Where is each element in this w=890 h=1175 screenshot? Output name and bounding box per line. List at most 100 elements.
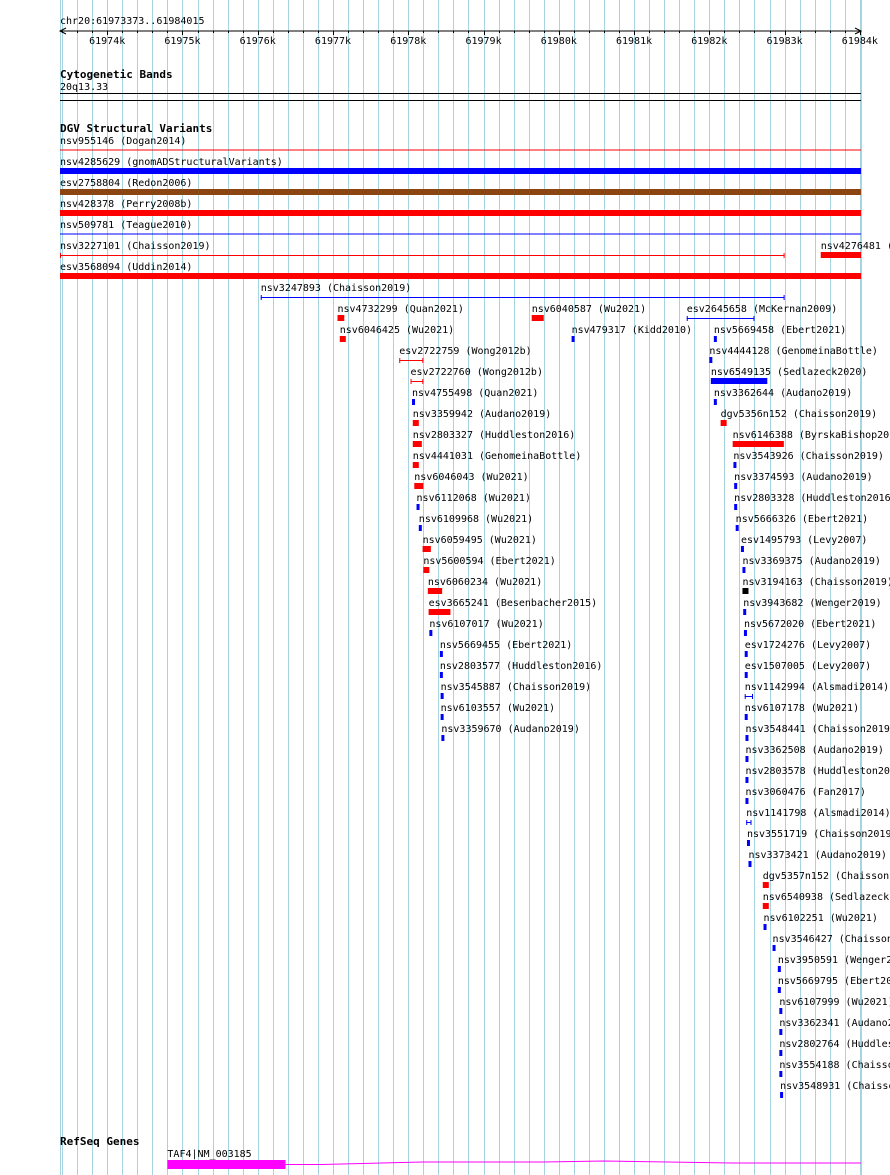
variant-label: nsv6107178 (Wu2021) bbox=[745, 703, 859, 714]
variant-feature[interactable]: nsv428378 (Perry2008b) bbox=[60, 199, 861, 216]
dgv-track-title[interactable]: DGV Structural Variants bbox=[60, 122, 212, 135]
variant-bar bbox=[740, 546, 744, 552]
variant-label: nsv6046043 (Wu2021) bbox=[414, 472, 528, 483]
variant-feature[interactable]: nsv6107999 (Wu2021) bbox=[779, 997, 890, 1014]
variant-feature[interactable]: nsv2803577 (Huddleston2016) bbox=[439, 661, 603, 678]
variant-feature[interactable]: nsv3247893 (Chaisson2019) bbox=[260, 283, 785, 300]
variant-bar bbox=[820, 252, 861, 258]
variant-feature[interactable]: dgv5356n152 (Chaisson2019) bbox=[720, 409, 878, 426]
variant-feature[interactable]: nsv509781 (Teague2010) bbox=[60, 220, 861, 235]
variant-feature[interactable]: nsv6109968 (Wu2021) bbox=[418, 514, 533, 531]
variant-label: nsv3545887 (Chaisson2019) bbox=[441, 682, 592, 693]
variant-feature[interactable]: nsv2803327 (Huddleston2016) bbox=[412, 430, 576, 447]
variant-feature[interactable]: esv2758804 (Redon2006) bbox=[60, 178, 861, 195]
variant-feature[interactable]: nsv3362508 (Audano2019) bbox=[745, 745, 884, 762]
variant-feature[interactable]: nsv3362644 (Audano2019) bbox=[713, 388, 852, 405]
variant-feature[interactable]: nsv3194163 (Chaisson2019) bbox=[742, 577, 890, 594]
variant-feature[interactable]: nsv3227101 (Chaisson2019) bbox=[60, 241, 785, 258]
variant-label: nsv1141798 (Alsmadi2014) bbox=[746, 808, 890, 819]
variant-feature[interactable]: esv1507005 (Levy2007) bbox=[744, 661, 871, 678]
variant-bar bbox=[744, 672, 748, 678]
variant-feature[interactable]: nsv6103557 (Wu2021) bbox=[440, 703, 555, 720]
dgv-track: DGV Structural Variants nsv955146 (Dogan… bbox=[60, 122, 890, 1098]
variant-bar bbox=[416, 504, 420, 510]
variant-feature[interactable]: nsv3060476 (Fan2017) bbox=[745, 787, 866, 804]
variant-feature[interactable]: nsv4285629 (gnomADStructuralVariants) bbox=[60, 157, 861, 174]
variant-bar bbox=[732, 441, 784, 447]
variant-label: esv2722760 (Wong2012b) bbox=[411, 367, 543, 378]
variant-feature[interactable]: nsv5669458 (Ebert2021) bbox=[713, 325, 846, 342]
variant-feature[interactable]: nsv955146 (Dogan2014) bbox=[60, 136, 861, 151]
variant-feature[interactable]: nsv4444128 (GenomeinaBottle) bbox=[709, 346, 878, 363]
ruler-ticks: 61974k 61975k 61976k 61977k 61978k 61979k 6198… bbox=[62, 31, 878, 47]
variant-label: nsv3374593 (Audano2019) bbox=[734, 472, 872, 483]
refseq-track-title[interactable]: RefSeq Genes bbox=[60, 1135, 139, 1148]
variant-bar bbox=[762, 882, 769, 888]
variant-bar bbox=[412, 441, 422, 447]
variant-feature[interactable]: nsv6046425 (Wu2021) bbox=[339, 325, 454, 342]
variant-feature[interactable]: nsv6146388 (ByrskaBishop2022) bbox=[732, 430, 890, 447]
variant-bar bbox=[709, 357, 713, 363]
ruler-tick-label: 61984k bbox=[842, 36, 878, 47]
variant-label: nsv6540938 (Sedlazeck2020 bbox=[763, 892, 890, 903]
variant-feature[interactable]: esv1724276 (Levy2007) bbox=[744, 640, 871, 657]
variant-feature[interactable]: esv2722760 (Wong2012b) bbox=[410, 367, 543, 384]
variant-label: nsv3548931 (Chaisson20 bbox=[780, 1081, 890, 1092]
variant-feature[interactable]: esv2645658 (McKernan2009) bbox=[686, 304, 838, 321]
variant-label: nsv5600594 (Ebert2021) bbox=[423, 556, 555, 567]
variant-feature[interactable]: nsv5672020 (Ebert2021) bbox=[743, 619, 876, 636]
variant-feature[interactable]: nsv3950591 (Wenger2019 bbox=[777, 955, 890, 972]
ruler-tick-label: 61978k bbox=[390, 36, 426, 47]
variant-feature[interactable]: nsv3551719 (Chaisson2019) bbox=[746, 829, 890, 846]
variant-feature[interactable]: nsv4755498 (Quan2021) bbox=[412, 388, 538, 405]
variant-feature[interactable]: nsv3554188 (Chaisson20 bbox=[779, 1060, 890, 1077]
variant-feature[interactable]: nsv5669795 (Ebert2021) bbox=[777, 976, 890, 993]
variant-bar bbox=[763, 924, 767, 930]
variant-feature[interactable]: nsv6112068 (Wu2021) bbox=[416, 493, 531, 510]
variant-label: esv1507005 (Levy2007) bbox=[745, 661, 871, 672]
variant-feature[interactable]: nsv6107017 (Wu2021) bbox=[429, 619, 544, 636]
cytoband-track-title[interactable]: Cytogenetic Bands bbox=[60, 68, 173, 81]
variant-feature[interactable]: nsv5600594 (Ebert2021) bbox=[423, 556, 556, 573]
variant-feature[interactable]: nsv2802764 (Huddlestor bbox=[779, 1039, 890, 1056]
dgv-features: nsv955146 (Dogan2014) nsv4285629 (gnomADS… bbox=[60, 136, 890, 1098]
variant-feature[interactable]: nsv6107178 (Wu2021) bbox=[744, 703, 859, 720]
variant-feature[interactable]: esv1495793 (Levy2007) bbox=[740, 535, 867, 552]
variant-feature[interactable]: nsv3546427 (Chaisson2019 bbox=[772, 934, 890, 951]
variant-feature[interactable]: nsv1142994 (Alsmadi2014) bbox=[744, 682, 890, 699]
variant-feature[interactable]: nsv4732299 (Quan2021) bbox=[337, 304, 464, 321]
variant-feature[interactable]: nsv3545887 (Chaisson2019) bbox=[440, 682, 592, 699]
variant-feature[interactable]: nsv6549135 (Sedlazeck2020) bbox=[710, 367, 868, 384]
variant-feature[interactable]: nsv4276481 ( bbox=[820, 241, 890, 258]
variant-feature[interactable]: nsv3362341 (Audano2019 bbox=[779, 1018, 890, 1035]
variant-feature[interactable]: nsv3548931 (Chaisson20 bbox=[780, 1081, 890, 1098]
variant-feature[interactable]: nsv6060234 (Wu2021) bbox=[427, 577, 542, 594]
variant-label: nsv3373421 (Audano2019) bbox=[748, 850, 886, 861]
variant-feature[interactable]: nsv2803578 (Huddleston2016) bbox=[745, 766, 890, 783]
variant-bar bbox=[734, 483, 738, 489]
variant-bar bbox=[441, 735, 445, 741]
variant-feature[interactable]: nsv2803328 (Huddleston2016) bbox=[734, 493, 890, 510]
variant-feature[interactable]: nsv6040587 (Wu2021) bbox=[531, 304, 646, 321]
variant-feature[interactable]: nsv5669455 (Ebert2021) bbox=[439, 640, 572, 657]
ruler-tick-label: 61980k bbox=[541, 36, 577, 47]
variant-bar bbox=[412, 420, 419, 426]
variant-feature[interactable]: dgv5357n152 (Chaisson2019 bbox=[762, 871, 890, 888]
variant-bar bbox=[710, 378, 768, 384]
variant-feature[interactable]: nsv3548441 (Chaisson2019) bbox=[745, 724, 890, 741]
variant-feature[interactable]: nsv1141798 (Alsmadi2014) bbox=[746, 808, 890, 825]
variant-feature[interactable]: nsv3373421 (Audano2019) bbox=[748, 850, 887, 867]
variant-feature[interactable]: nsv6046043 (Wu2021) bbox=[414, 472, 529, 489]
variant-feature[interactable]: nsv5666326 (Ebert2021) bbox=[735, 514, 868, 531]
variant-feature[interactable]: esv3568094 (Uddin2014) bbox=[60, 262, 861, 279]
variant-feature[interactable]: nsv6540938 (Sedlazeck2020 bbox=[762, 892, 890, 909]
variant-bar bbox=[428, 609, 451, 615]
variant-label: nsv3359942 (Audano2019) bbox=[413, 409, 551, 420]
variant-label: nsv6107999 (Wu2021) bbox=[779, 997, 890, 1008]
variant-label: nsv6040587 (Wu2021) bbox=[532, 304, 646, 315]
variant-bar bbox=[440, 714, 444, 720]
variant-feature[interactable]: nsv3359942 (Audano2019) bbox=[412, 409, 551, 426]
variant-feature[interactable]: esv2722759 (Wong2012b) bbox=[399, 346, 532, 363]
cytoband-label: 20q13.33 bbox=[60, 82, 108, 93]
variant-feature[interactable]: nsv6059495 (Wu2021) bbox=[422, 535, 537, 552]
